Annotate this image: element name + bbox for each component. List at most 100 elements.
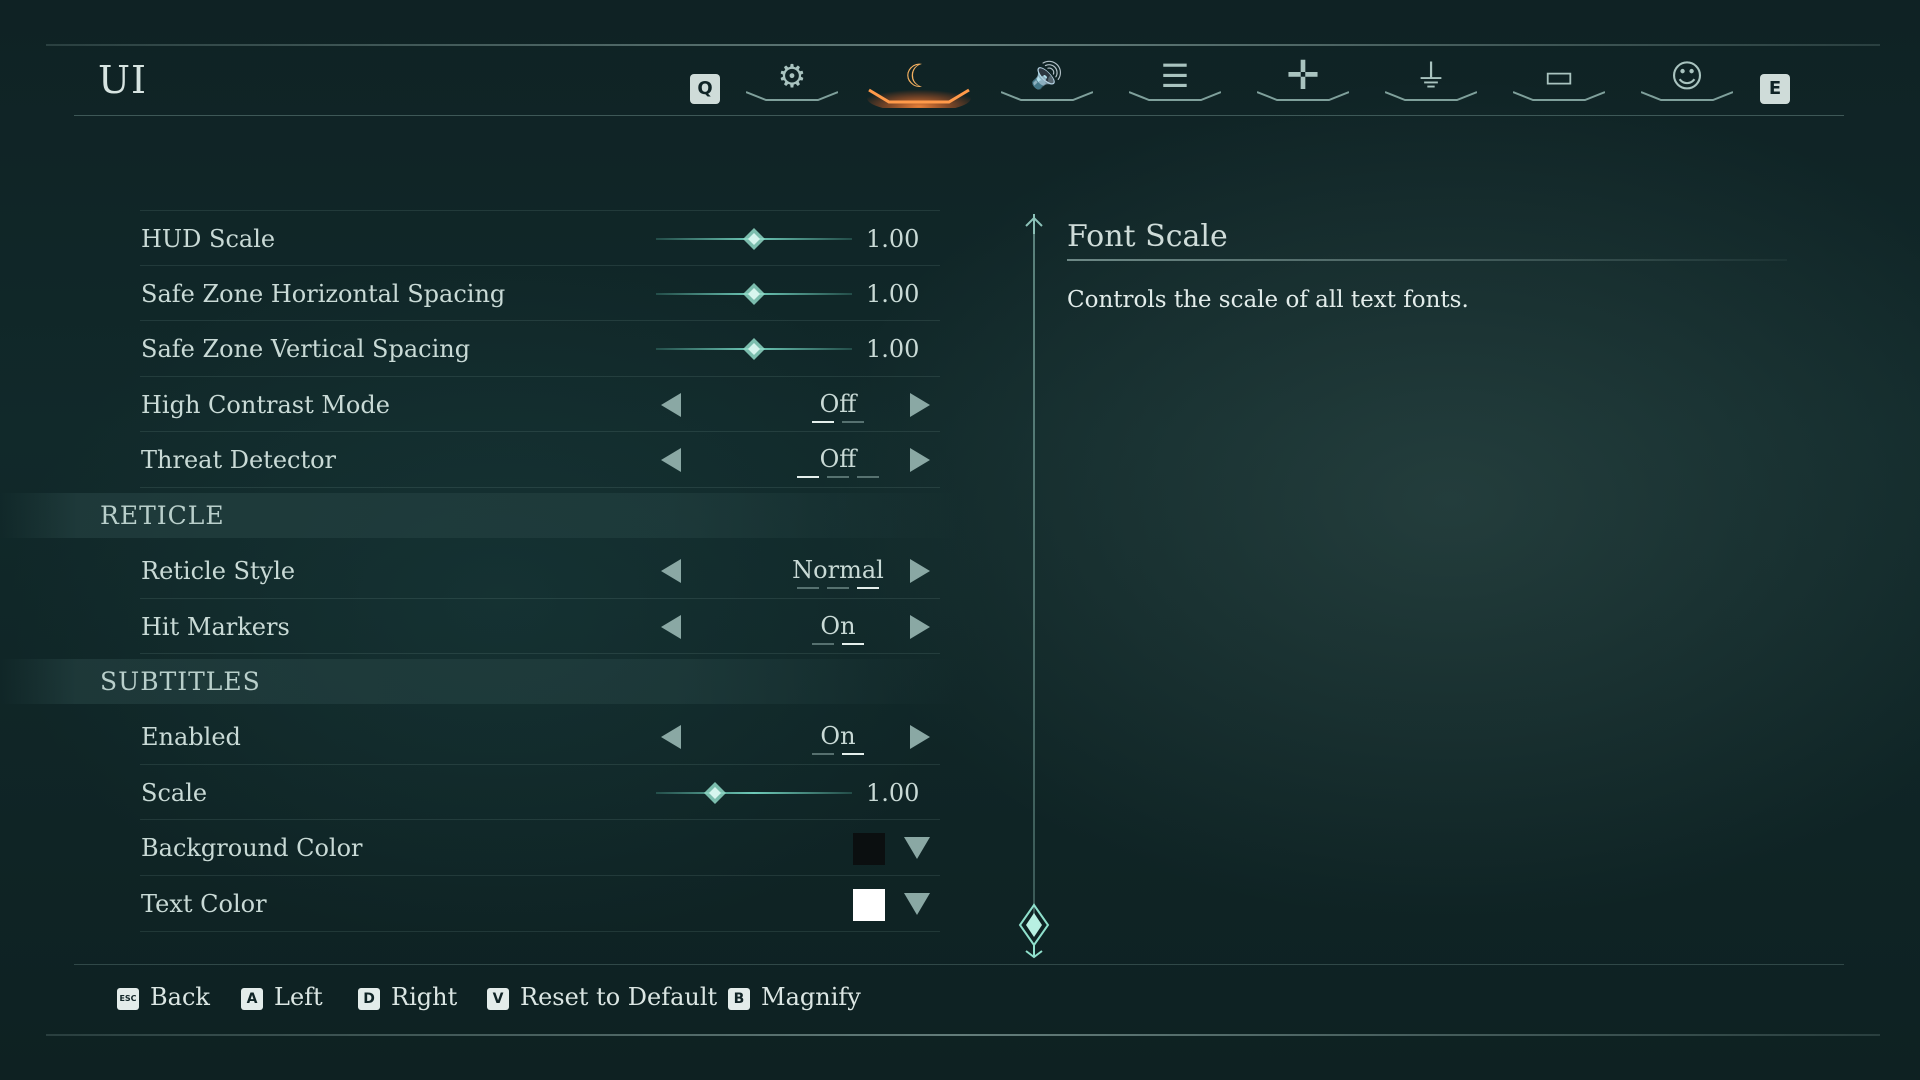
setting-label: Hit Markers [141,612,290,641]
hud-scale-slider[interactable] [656,228,852,250]
option-value: On [820,722,856,751]
arrow-left-icon[interactable] [661,558,681,583]
category-tab-bar: Q ⚙ ☾ 🔊 ☰ ✛ ⏚ ▭ ☺ E [690,54,1790,110]
option-dot [797,586,819,589]
tab-base-ornament [1641,91,1733,101]
option-value: Off [819,445,857,474]
option-dot [842,420,864,423]
arrow-left-icon[interactable] [661,448,681,473]
setting-background-color[interactable]: Background Color [140,820,940,876]
option-dot [812,753,834,756]
slider-knob[interactable] [743,282,765,305]
safe-zone-horizontal-slider[interactable] [656,282,852,305]
v-key-icon: V [487,988,509,1010]
section-title: SUBTITLES [100,667,261,697]
setting-label: Text Color [141,889,267,918]
tab-ui[interactable]: ☾ [867,54,971,108]
setting-hit-markers[interactable]: Hit Markers On [140,599,940,655]
header-divider [74,115,1844,116]
slider-knob[interactable] [743,338,765,361]
setting-safe-zone-horizontal[interactable]: Safe Zone Horizontal Spacing 1.00 [140,266,940,322]
setting-subtitles-enabled[interactable]: Enabled On [140,709,940,765]
option-dot [797,476,819,479]
color-swatch [853,833,885,866]
tab-controller[interactable]: ⏚ [1379,54,1483,108]
slider-value: 1.00 [866,225,920,253]
dropdown-arrow-icon[interactable] [904,837,930,860]
arrow-left-icon[interactable] [661,725,681,750]
setting-threat-detector[interactable]: Threat Detector Off [140,432,940,488]
top-frame-line [46,44,1880,46]
tab-accessibility[interactable]: ☺ [1635,54,1739,108]
settings-list: HUD Scale 1.00 Safe Zone Horizontal Spac… [0,210,960,932]
d-key-icon: D [358,988,380,1010]
setting-label: High Contrast Mode [141,390,390,419]
tab-base-ornament [1257,91,1349,101]
option-dot [857,586,879,589]
setting-label: Enabled [141,723,241,752]
setting-label: Background Color [141,834,363,863]
setting-text-color[interactable]: Text Color [140,876,940,932]
arrow-right-icon[interactable] [910,392,930,417]
next-tab-key[interactable]: E [1760,74,1790,104]
setting-reticle-style[interactable]: Reticle Style Normal [140,543,940,599]
slider-value: 1.00 [866,279,920,308]
arrow-right-icon[interactable] [910,448,930,473]
tab-controls[interactable]: ✛ [1251,54,1355,108]
arrow-left-icon[interactable] [661,614,681,639]
slider-knob[interactable] [703,781,726,804]
setting-subtitles-scale[interactable]: Scale 1.00 [140,765,940,821]
option-indicator [738,642,938,646]
tab-display[interactable]: ▭ [1507,54,1611,108]
arrow-right-icon[interactable] [910,725,930,750]
option-indicator [738,476,938,479]
option-indicator [738,753,938,756]
section-header-subtitles: SUBTITLES [0,659,960,705]
dropdown-arrow-icon[interactable] [904,892,930,915]
safe-zone-vertical-slider[interactable] [656,338,852,361]
ui-swirl-icon: ☾ [904,57,934,95]
footer-divider [74,964,1844,965]
setting-label: Reticle Style [141,556,296,585]
hint-label: Magnify [761,983,861,1011]
prev-tab-key[interactable]: Q [690,74,720,104]
setting-label: Safe Zone Horizontal Spacing [141,279,506,308]
description-underline [1067,259,1787,261]
setting-high-contrast-mode[interactable]: High Contrast Mode Off [140,377,940,433]
a-key-icon: A [241,988,263,1010]
arrow-right-icon[interactable] [910,558,930,583]
color-swatch [853,888,885,921]
option-value: Off [819,389,857,418]
section-title: RETICLE [100,500,225,530]
tab-base-ornament [746,91,838,101]
option-dot [827,476,849,479]
description-text: Controls the scale of all text fonts. [1067,287,1469,313]
subtitles-scale-slider[interactable] [656,781,852,804]
setting-hud-scale[interactable]: HUD Scale 1.00 [140,210,940,266]
slider-knob[interactable] [743,228,765,250]
hint-label: Right [391,983,458,1011]
tab-base-ornament [1513,91,1605,101]
hint-label: Back [150,983,210,1011]
esc-key-icon: ESC [117,988,139,1010]
hint-label: Reset to Default [520,983,718,1011]
arrow-right-icon[interactable] [910,614,930,639]
scroll-gem-icon [1018,903,1050,959]
tab-list[interactable]: ☰ [1123,54,1227,108]
tab-gameplay[interactable]: ⚙ [740,54,844,108]
description-title: Font Scale [1067,219,1228,254]
option-value: On [820,611,856,640]
bottom-frame-line [46,1034,1880,1036]
setting-safe-zone-vertical[interactable]: Safe Zone Vertical Spacing 1.00 [140,321,940,377]
tab-base-ornament [1129,91,1221,101]
option-dot [857,476,879,479]
arrow-left-icon[interactable] [661,392,681,417]
hint-label: Left [274,983,323,1011]
tab-base-ornament [1385,91,1477,101]
tab-audio[interactable]: 🔊 [995,54,1099,108]
slider-value: 1.00 [866,778,920,807]
vertical-divider [1033,222,1035,932]
setting-label: Scale [141,778,208,807]
option-dot [812,420,834,423]
setting-label: HUD Scale [141,225,276,253]
